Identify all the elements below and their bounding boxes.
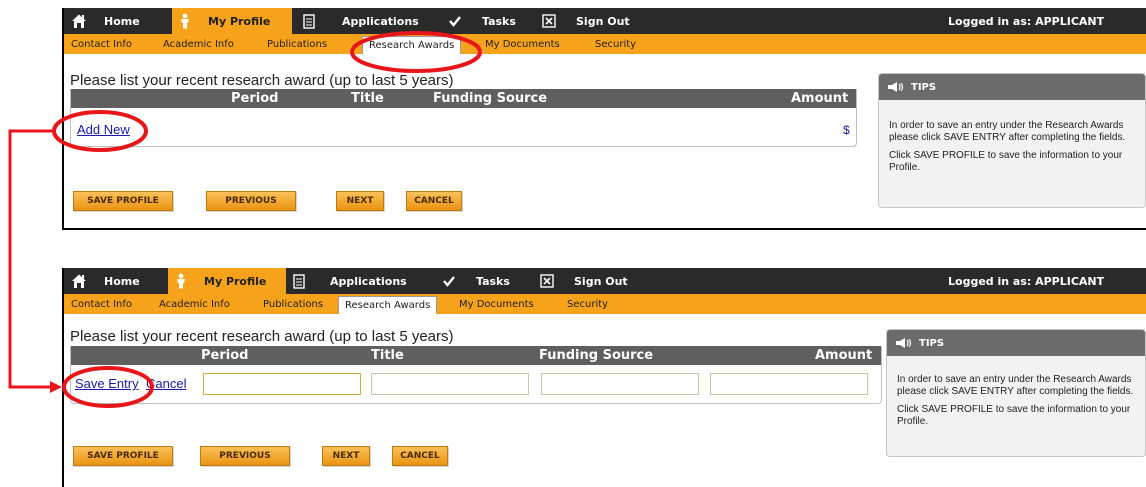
connector-arrow-line [8,129,54,389]
document-icon [290,272,308,290]
nav-applications[interactable]: Applications [300,8,419,34]
subnav-security[interactable]: Security [564,297,611,312]
previous-button[interactable]: PREVIOUS [200,446,290,466]
table-header: Period Title Funding Source Amount [71,346,881,365]
awards-table: Period Title Funding Source Amount Add N… [70,89,857,147]
nav-sign-out[interactable]: Sign Out [538,268,628,294]
subnav-contact-info[interactable]: Contact Info [68,297,135,312]
x-box-icon [538,272,556,290]
logged-in-status: Logged in as: APPLICANT [948,274,1105,288]
add-new-link[interactable]: Add New [77,122,130,137]
cancel-entry-link[interactable]: Cancel [146,376,186,391]
next-button[interactable]: NEXT [336,191,384,211]
megaphone-icon [895,337,913,349]
tip-save-entry: In order to save an entry under the Rese… [897,374,1134,397]
tips-header: TIPS [879,74,1145,100]
x-box-icon [540,12,558,30]
subnav-research-awards[interactable]: Research Awards [362,36,462,54]
logged-in-status: Logged in as: APPLICANT [948,14,1105,28]
column-title: Title [371,348,404,363]
tips-heading: TIPS [911,81,937,93]
nav-applications-label: Applications [342,14,419,28]
screenshot-bottom-panel: Home My Profile Applications Tasks Sign … [62,268,1146,487]
subnav-academic-info[interactable]: Academic Info [160,37,237,52]
sub-nav-bar: Contact Info Academic Info Publications … [64,34,1146,54]
tips-body: In order to save an entry under the Rese… [879,100,1145,174]
subnav-publications[interactable]: Publications [264,37,330,52]
nav-my-profile[interactable]: My Profile [168,268,286,294]
awards-table: Period Title Funding Source Amount Save … [70,346,882,404]
amount-currency: $ [843,123,850,137]
column-funding-source: Funding Source [539,348,654,363]
nav-my-profile[interactable]: My Profile [172,8,292,34]
screenshot-top-panel: Home My Profile Applications Tasks Sign … [62,8,1146,230]
subnav-research-awards[interactable]: Research Awards [338,296,438,314]
save-entry-link[interactable]: Save Entry [75,376,139,391]
nav-applications[interactable]: Applications [290,268,407,294]
previous-button[interactable]: PREVIOUS [206,191,296,211]
column-period: Period [201,348,249,363]
nav-tasks-label: Tasks [476,274,510,288]
checkmark-icon [440,272,458,290]
cancel-button[interactable]: CANCEL [392,446,448,466]
nav-tasks[interactable]: Tasks [440,268,510,294]
period-input[interactable] [203,373,361,395]
person-icon [176,12,194,30]
instruction-text: Please list your recent research award (… [70,328,454,345]
checkmark-icon [446,12,464,30]
cancel-button[interactable]: CANCEL [406,191,462,211]
nav-tasks-label: Tasks [482,14,516,28]
person-icon [172,272,190,290]
table-header: Period Title Funding Source Amount [71,89,856,108]
nav-home[interactable]: Home [70,268,140,294]
house-icon [70,272,88,290]
nav-applications-label: Applications [330,274,407,288]
tips-heading: TIPS [919,337,945,349]
subnav-publications[interactable]: Publications [260,297,326,312]
subnav-academic-info[interactable]: Academic Info [156,297,233,312]
megaphone-icon [887,81,905,93]
document-icon [300,12,318,30]
nav-sign-out-label: Sign Out [574,274,628,288]
save-profile-button[interactable]: SAVE PROFILE [73,191,173,211]
subnav-my-documents[interactable]: My Documents [456,297,537,312]
nav-home-label: Home [104,274,140,288]
column-amount: Amount [791,91,849,106]
tip-save-profile: Click SAVE PROFILE to save the informati… [889,150,1123,173]
instruction-text: Please list your recent research award (… [70,72,454,89]
subnav-contact-info[interactable]: Contact Info [68,37,135,52]
tips-panel: TIPS In order to save an entry under the… [878,73,1146,208]
amount-input[interactable] [710,373,868,395]
column-period: Period [231,91,279,106]
nav-my-profile-label: My Profile [208,14,271,28]
subnav-my-documents[interactable]: My Documents [482,37,563,52]
tips-body: In order to save an entry under the Rese… [887,356,1145,428]
subnav-security[interactable]: Security [592,37,639,52]
nav-sign-out-label: Sign Out [576,14,630,28]
tips-header: TIPS [887,330,1145,356]
nav-my-profile-label: My Profile [204,274,267,288]
tip-save-profile: Click SAVE PROFILE to save the informati… [897,404,1131,427]
nav-tasks[interactable]: Tasks [446,8,516,34]
arrow-head-icon [50,381,62,393]
column-title: Title [351,91,384,106]
tips-panel: TIPS In order to save an entry under the… [886,329,1146,457]
house-icon [70,12,88,30]
tip-save-entry: In order to save an entry under the Rese… [889,120,1126,143]
nav-home-label: Home [104,14,140,28]
save-profile-button[interactable]: SAVE PROFILE [73,446,173,466]
nav-home[interactable]: Home [70,8,140,34]
next-button[interactable]: NEXT [322,446,370,466]
sub-nav-bar: Contact Info Academic Info Publications … [64,294,1146,314]
column-amount: Amount [815,348,873,363]
column-funding-source: Funding Source [433,91,548,106]
title-input[interactable] [371,373,529,395]
funding-source-input[interactable] [541,373,699,395]
top-nav-bar: Home My Profile Applications Tasks Sign … [64,268,1146,294]
nav-sign-out[interactable]: Sign Out [540,8,630,34]
top-nav-bar: Home My Profile Applications Tasks Sign … [64,8,1146,34]
